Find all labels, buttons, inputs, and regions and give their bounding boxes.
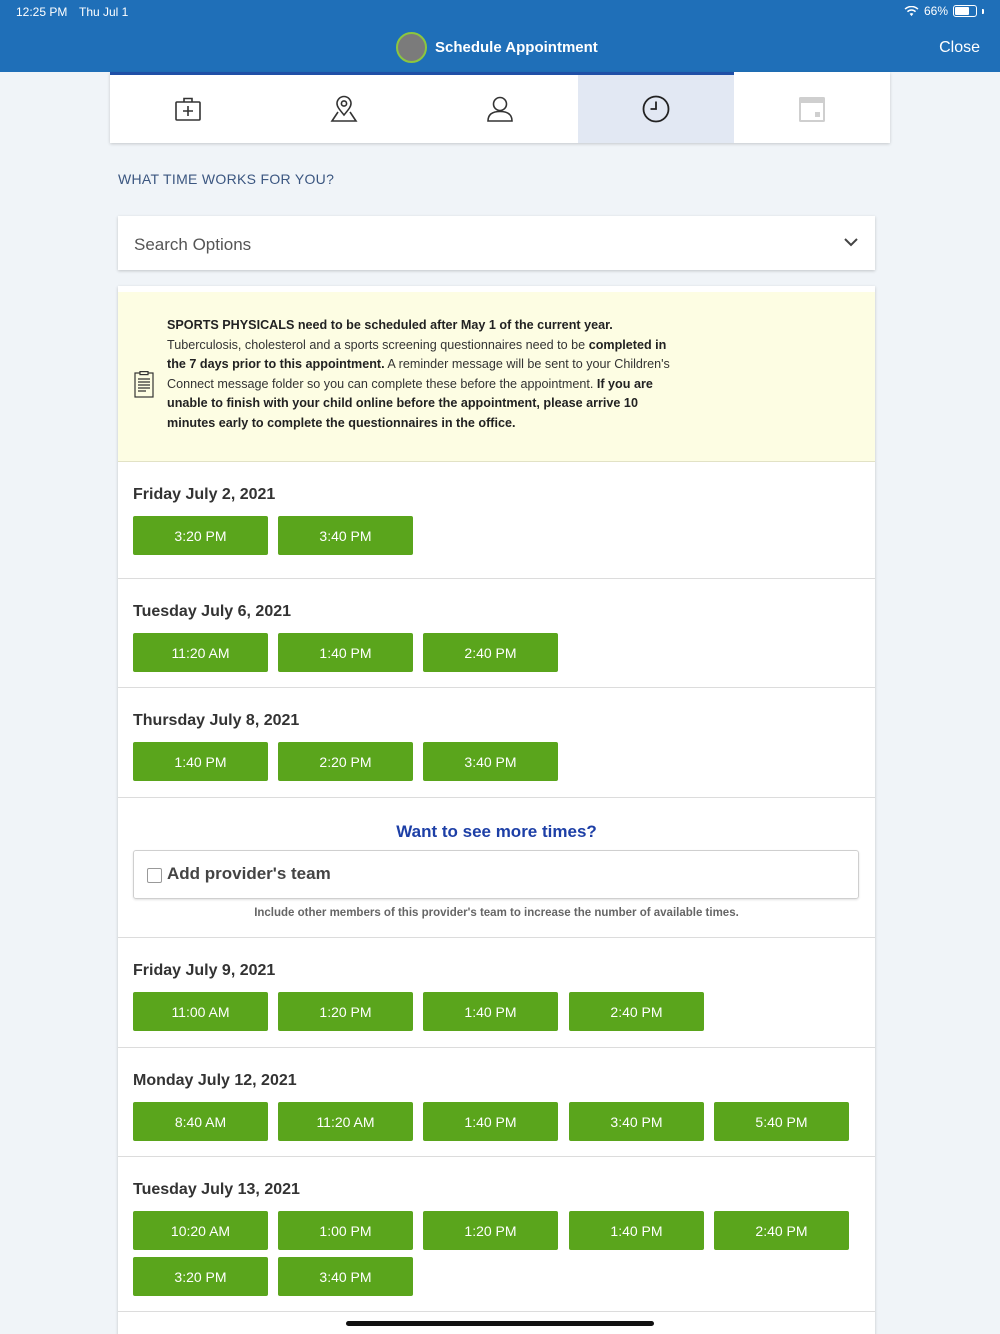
time-slot-button[interactable]: 11:20 AM [278,1102,413,1141]
time-slot-button[interactable]: 2:20 PM [278,742,413,781]
time-slot-button[interactable]: 11:20 AM [133,633,268,672]
time-slot-button[interactable]: 1:40 PM [133,742,268,781]
close-button[interactable]: Close [939,39,980,57]
battery-icon [953,5,977,17]
time-slot-button[interactable]: 2:40 PM [714,1211,849,1250]
day-title: Thursday July 8, 2021 [133,712,300,729]
day-section: Monday July 12, 2021 8:40 AM 11:20 AM 1:40 … [118,1048,875,1157]
time-slot-button[interactable]: 2:40 PM [569,992,704,1031]
time-slot-button[interactable]: 10:20 AM [133,1211,268,1250]
status-time: 12:25 PM [16,5,68,19]
search-options-dropdown[interactable]: Search Options [118,216,875,270]
person-icon [487,96,513,122]
time-slot-button[interactable]: 3:40 PM [278,1257,413,1296]
map-pin-icon [330,95,358,122]
clipboard-icon [134,371,154,398]
day-title: Tuesday July 13, 2021 [133,1181,300,1198]
time-slot-button[interactable]: 3:40 PM [423,742,558,781]
day-section: Thursday July 8, 2021 1:40 PM 2:20 PM 3:40 … [118,688,875,798]
add-team-label: Add provider's team [167,864,331,883]
tab-confirm[interactable] [734,72,890,143]
tab-visit-type[interactable] [110,72,266,143]
time-slot-button[interactable]: 1:20 PM [278,992,413,1031]
step-tabs [110,72,890,143]
day-section: Tuesday July 6, 2021 11:20 AM 1:40 PM 2:40 … [118,579,875,688]
battery-percent: 66% [923,4,948,18]
day-section: Friday July 9, 2021 11:00 AM 1:20 PM 1:40 P… [118,938,875,1048]
status-date: Thu Jul 1 [79,5,129,19]
time-slot-button[interactable]: 1:40 PM [278,633,413,672]
medical-bag-icon [175,97,201,121]
nav-title-group: Schedule Appointment [396,32,598,63]
status-right: 66% [904,4,984,18]
time-slot-button[interactable]: 5:40 PM [714,1102,849,1141]
page-title: Schedule Appointment [435,39,598,56]
time-slot-button[interactable]: 1:40 PM [423,1102,558,1141]
time-slot-button[interactable]: 11:00 AM [133,992,268,1031]
home-indicator [346,1321,654,1326]
time-slot-button[interactable]: 3:40 PM [569,1102,704,1141]
search-options-label: Search Options [134,235,252,254]
time-slot-button[interactable]: 8:40 AM [133,1102,268,1141]
time-slot-button[interactable]: 2:40 PM [423,633,558,672]
time-slot-button[interactable]: 3:40 PM [278,516,413,555]
day-section: Tuesday July 13, 2021 10:20 AM 1:00 PM 1:20… [118,1157,875,1312]
day-title: Tuesday July 6, 2021 [133,603,292,620]
status-bar: 12:25 PM Thu Jul 1 66% [0,0,1000,24]
chevron-down-icon [844,238,858,247]
more-times-heading: Want to see more times? [396,822,597,841]
calendar-icon [799,97,825,122]
avatar [396,32,427,63]
add-team-help: Include other members of this provider's… [254,907,739,919]
time-slot-button[interactable]: 1:20 PM [423,1211,558,1250]
time-slot-button[interactable]: 1:40 PM [569,1211,704,1250]
clock-icon [642,95,670,123]
nav-bar: Schedule Appointment Close [0,24,1000,72]
tab-time[interactable] [578,72,734,143]
add-team-checkbox[interactable] [147,868,162,883]
tab-provider[interactable] [422,72,578,143]
section-heading: WHAT TIME WORKS FOR YOU? [118,171,335,187]
notice-banner: SPORTS PHYSICALS need to be scheduled af… [118,292,875,462]
tab-location[interactable] [266,72,422,143]
time-slots-card: SPORTS PHYSICALS need to be scheduled af… [118,286,875,1334]
add-team-option[interactable]: Add provider's team [133,850,859,899]
wifi-icon [904,5,919,16]
day-title: Friday July 2, 2021 [133,486,276,503]
day-section: Friday July 2, 2021 3:20 PM 3:40 PM [118,462,875,579]
time-slot-button[interactable]: 3:20 PM [133,516,268,555]
time-slot-button[interactable]: 1:40 PM [423,992,558,1031]
day-title: Friday July 9, 2021 [133,962,276,979]
time-slot-button[interactable]: 1:00 PM [278,1211,413,1250]
day-title: Monday July 12, 2021 [133,1072,297,1089]
notice-text: SPORTS PHYSICALS need to be scheduled af… [167,318,670,430]
time-slot-button[interactable]: 3:20 PM [133,1257,268,1296]
